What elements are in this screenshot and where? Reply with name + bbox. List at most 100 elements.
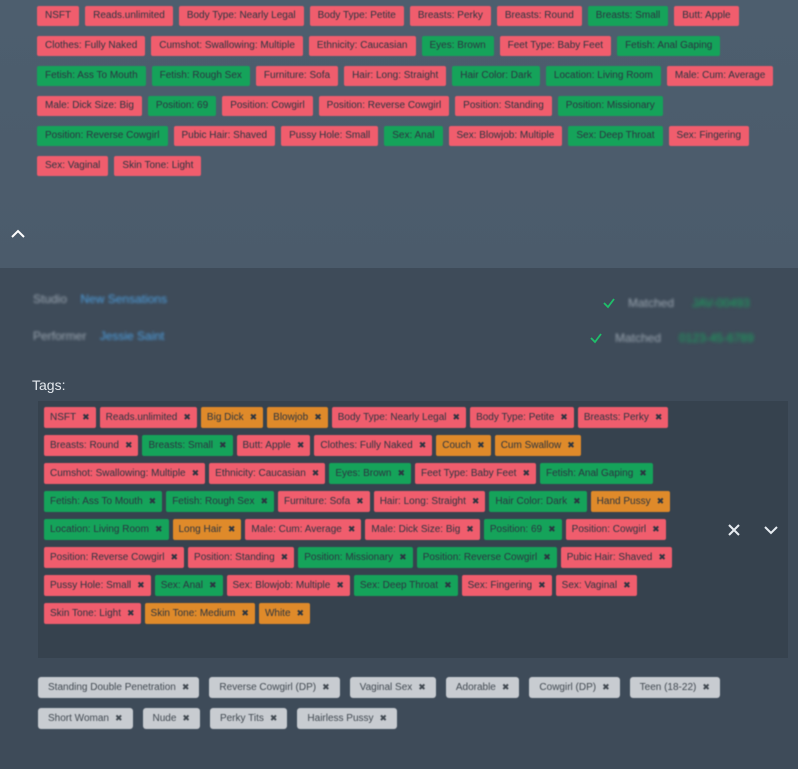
close-icon[interactable]: ✖ <box>639 463 647 484</box>
tag-chip[interactable]: Breasts: Small ✖ <box>142 435 233 456</box>
tag-chip[interactable]: Position: 69 <box>147 96 217 116</box>
close-icon[interactable]: ✖ <box>356 491 364 512</box>
close-icon[interactable]: ✖ <box>652 519 660 540</box>
suggested-tag[interactable]: Perky Tits ✖ <box>209 708 288 729</box>
suggested-tag[interactable]: Teen (18-22) ✖ <box>629 677 720 698</box>
studio-link[interactable]: New Sensations <box>80 292 167 306</box>
tag-chip[interactable]: NSFT ✖ <box>44 407 96 428</box>
tag-chip[interactable]: Clothes: Fully Naked <box>37 36 146 56</box>
tag-chip[interactable]: Butt: Apple ✖ <box>236 435 311 456</box>
tag-chip[interactable]: Breasts: Small <box>587 6 669 26</box>
tag-chip[interactable]: Ethnicity: Caucasian <box>308 36 416 56</box>
tag-chip[interactable]: Clothes: Fully Naked ✖ <box>314 435 433 456</box>
tag-chip[interactable]: Position: Cowgirl <box>222 96 313 116</box>
tag-chip[interactable]: Big Dick ✖ <box>200 407 264 428</box>
tags-dropdown-button[interactable] <box>762 521 780 539</box>
close-icon[interactable]: ✖ <box>418 677 426 698</box>
tag-chip[interactable]: Sex: Blowjob: Multiple <box>448 126 563 146</box>
tag-chip[interactable]: Eyes: Brown <box>421 36 494 56</box>
close-icon[interactable]: ✖ <box>82 407 90 428</box>
close-icon[interactable]: ✖ <box>192 463 200 484</box>
tag-multiselect[interactable]: NSFT ✖ Reads.unlimited ✖ Big Dick ✖ Blowjob ✖ Bo… <box>38 401 788 658</box>
tag-chip[interactable]: Body Type: Petite ✖ <box>470 407 574 428</box>
tag-chip[interactable]: Body Type: Petite <box>309 6 404 26</box>
close-icon[interactable]: ✖ <box>399 547 407 568</box>
close-icon[interactable]: ✖ <box>250 407 258 428</box>
tag-chip[interactable]: NSFT <box>37 6 80 26</box>
tag-chip[interactable]: Breasts: Round <box>496 6 582 26</box>
close-icon[interactable]: ✖ <box>182 708 190 729</box>
close-icon[interactable]: ✖ <box>182 677 190 698</box>
tag-chip[interactable]: Breasts: Perky <box>409 6 491 26</box>
tag-chip[interactable]: Feet Type: Baby Feet <box>499 36 612 56</box>
close-icon[interactable]: ✖ <box>444 575 452 596</box>
close-icon[interactable]: ✖ <box>171 547 179 568</box>
tag-chip[interactable]: Breasts: Perky ✖ <box>577 407 669 428</box>
close-icon[interactable]: ✖ <box>472 491 480 512</box>
close-icon[interactable]: ✖ <box>560 407 568 428</box>
tag-chip[interactable]: Sex: Blowjob: Multiple ✖ <box>226 575 350 596</box>
suggested-tag[interactable]: Hairless Pussy ✖ <box>297 708 398 729</box>
close-icon[interactable]: ✖ <box>125 435 133 456</box>
close-icon[interactable]: ✖ <box>567 435 575 456</box>
close-icon[interactable]: ✖ <box>657 491 665 512</box>
tag-chip[interactable]: Body Type: Nearly Legal ✖ <box>331 407 467 428</box>
tag-chip[interactable]: Fetish: Ass To Mouth ✖ <box>44 491 163 512</box>
tag-chip[interactable]: Fetish: Anal Gaping <box>617 36 721 56</box>
tag-chip[interactable]: Pubic Hair: Shaved ✖ <box>560 547 672 568</box>
suggested-tag[interactable]: Nude ✖ <box>142 708 200 729</box>
close-icon[interactable]: ✖ <box>397 463 405 484</box>
tag-chip[interactable]: Position: 69 ✖ <box>483 519 562 540</box>
tag-chip[interactable]: Position: Missionary <box>557 96 663 116</box>
close-icon[interactable]: ✖ <box>702 677 710 698</box>
close-icon[interactable]: ✖ <box>241 603 249 624</box>
tag-chip[interactable]: Fetish: Anal Gaping ✖ <box>540 463 653 484</box>
tag-chip[interactable]: Fetish: Rough Sex ✖ <box>166 491 274 512</box>
tag-chip[interactable]: Body Type: Nearly Legal <box>178 6 304 26</box>
tag-chip[interactable]: Male: Dick Size: Big ✖ <box>365 519 480 540</box>
close-icon[interactable]: ✖ <box>115 708 123 729</box>
close-icon[interactable]: ✖ <box>380 708 388 729</box>
close-icon[interactable]: ✖ <box>322 677 330 698</box>
close-icon[interactable]: ✖ <box>477 435 485 456</box>
tag-chip[interactable]: Sex: Vaginal ✖ <box>555 575 637 596</box>
suggested-tag[interactable]: Standing Double Penetration ✖ <box>38 677 200 698</box>
close-icon[interactable]: ✖ <box>419 435 427 456</box>
tag-chip[interactable]: Ethnicity: Caucasian ✖ <box>209 463 326 484</box>
tag-chip[interactable]: Sex: Fingering ✖ <box>461 575 552 596</box>
tag-chip[interactable]: Butt: Apple <box>674 6 739 26</box>
tag-chip[interactable]: Hand Pussy ✖ <box>590 491 671 512</box>
close-icon[interactable]: ✖ <box>149 491 157 512</box>
close-icon[interactable]: ✖ <box>270 708 278 729</box>
tag-chip[interactable]: Furniture: Sofa <box>255 66 339 86</box>
tag-chip[interactable]: Cumshot: Swallowing: Multiple <box>151 36 303 56</box>
suggested-tag[interactable]: Reverse Cowgirl (DP) ✖ <box>209 677 340 698</box>
tag-chip[interactable]: Hair: Long: Straight ✖ <box>373 491 486 512</box>
close-icon[interactable]: ✖ <box>219 435 227 456</box>
tag-chip[interactable]: Pussy Hole: Small <box>281 126 379 146</box>
close-icon[interactable]: ✖ <box>314 407 322 428</box>
tag-chip[interactable]: Position: Standing ✖ <box>188 547 295 568</box>
close-icon[interactable]: ✖ <box>502 677 510 698</box>
tag-chip[interactable]: Position: Cowgirl ✖ <box>565 519 666 540</box>
tag-chip[interactable]: Location: Living Room <box>545 66 661 86</box>
close-icon[interactable]: ✖ <box>538 575 546 596</box>
close-icon[interactable]: ✖ <box>297 603 305 624</box>
tag-chip[interactable]: Skin Tone: Medium ✖ <box>144 603 255 624</box>
tag-chip[interactable]: Furniture: Sofa ✖ <box>278 491 370 512</box>
tag-chip[interactable]: Blowjob ✖ <box>267 407 328 428</box>
close-icon[interactable]: ✖ <box>260 491 268 512</box>
tag-chip[interactable]: Position: Reverse Cowgirl <box>318 96 450 116</box>
clear-tags-button[interactable] <box>725 521 743 539</box>
close-icon[interactable]: ✖ <box>522 463 530 484</box>
tag-chip[interactable]: Hair Color: Dark <box>452 66 540 86</box>
tag-chip[interactable]: Hair Color: Dark ✖ <box>489 491 587 512</box>
close-icon[interactable]: ✖ <box>543 547 551 568</box>
close-icon[interactable]: ✖ <box>137 575 145 596</box>
tag-chip[interactable]: Sex: Anal <box>384 126 443 146</box>
tag-chip[interactable]: Cumshot: Swallowing: Multiple ✖ <box>44 463 206 484</box>
tag-chip[interactable]: White ✖ <box>258 603 311 624</box>
tag-chip[interactable]: Sex: Anal ✖ <box>154 575 223 596</box>
tag-chip[interactable]: Skin Tone: Light ✖ <box>44 603 141 624</box>
close-icon[interactable]: ✖ <box>573 491 581 512</box>
